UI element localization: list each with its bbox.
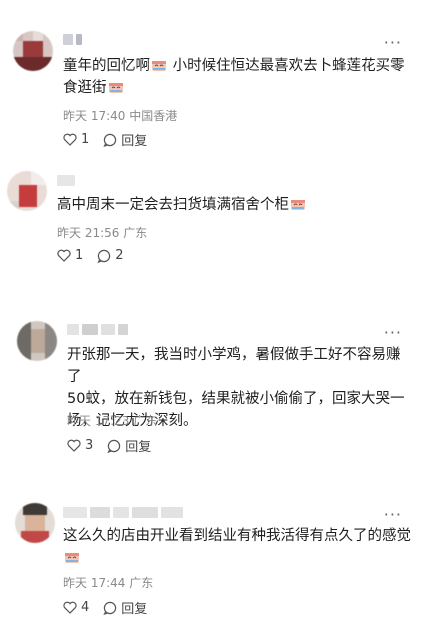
username-masked[interactable]	[63, 506, 183, 518]
comment-text: 童年的回忆啊 小时候住恒达最喜欢去卜蜂莲花买零 食逛街	[63, 55, 408, 99]
like-button[interactable]: 4	[63, 600, 89, 615]
speech-bubble-icon	[103, 133, 117, 147]
location: 中国香港	[129, 109, 178, 123]
comment-text-line: 50蚊，放在新钱包，结果就被小偷偷了，回家大哭一	[67, 391, 405, 407]
reply-button[interactable]: 回复	[103, 598, 147, 617]
username-masked[interactable]	[63, 33, 82, 45]
comment-meta: 昨天 17:23 广东	[67, 412, 157, 429]
like-count: 1	[75, 248, 84, 263]
comment-meta: 昨天 17:44 广东	[63, 574, 153, 591]
more-options-button[interactable]: ···	[384, 325, 402, 341]
laughing-crying-emoji-icon	[64, 549, 80, 563]
reply-label: 回复	[125, 440, 152, 455]
like-count: 3	[85, 438, 94, 453]
comment-text: 高中周末一定会去扫货填满宿舍个柜	[57, 194, 417, 216]
comment-text-line: 小时候住恒达最喜欢去卜蜂莲花买零	[168, 58, 405, 74]
laughing-crying-emoji-icon	[108, 79, 124, 93]
like-button[interactable]: 1	[57, 248, 83, 263]
timestamp: 昨天 21:56	[57, 226, 120, 240]
avatar[interactable]	[13, 31, 53, 71]
heart-icon	[57, 249, 71, 262]
timestamp: 昨天 17:40	[63, 109, 126, 123]
ellipsis-icon: ···	[383, 505, 402, 524]
reply-count: 2	[115, 248, 124, 263]
laughing-crying-emoji-icon	[290, 196, 306, 210]
username-masked[interactable]	[57, 174, 75, 186]
comment-text-line: 高中周末一定会去扫货填满宿舍个柜	[57, 197, 289, 213]
comment-text-line: 开张那一天，我当时小学鸡，暑假做手工好不容易赚了	[67, 347, 401, 385]
reply-button[interactable]: 2	[97, 248, 124, 263]
like-count: 4	[81, 600, 90, 615]
comment-text-line: 食逛街	[63, 80, 107, 96]
username-masked[interactable]	[67, 323, 128, 335]
avatar[interactable]	[7, 171, 47, 211]
reply-label: 回复	[121, 134, 148, 149]
comment-actions: 1 2	[57, 248, 138, 263]
ellipsis-icon: ···	[383, 323, 402, 342]
heart-icon	[67, 439, 81, 452]
location: 广东	[133, 414, 158, 428]
more-options-button[interactable]: ···	[384, 507, 402, 523]
reply-label: 回复	[121, 602, 148, 617]
comment-meta: 昨天 21:56 广东	[57, 224, 147, 241]
speech-bubble-icon	[107, 439, 121, 453]
comment-actions: 3 回复	[67, 436, 165, 455]
ellipsis-icon: ···	[383, 33, 402, 52]
reply-button[interactable]: 回复	[103, 130, 147, 149]
speech-bubble-icon	[97, 249, 111, 263]
timestamp: 昨天 17:23	[67, 414, 130, 428]
comment-actions: 1 回复	[63, 130, 161, 149]
reply-button[interactable]: 回复	[107, 436, 151, 455]
location: 广东	[123, 226, 148, 240]
heart-icon	[63, 601, 77, 614]
comment-meta: 昨天 17:40 中国香港	[63, 107, 177, 124]
more-options-button[interactable]: ···	[384, 35, 402, 51]
laughing-crying-emoji-icon	[151, 57, 167, 71]
like-count: 1	[81, 132, 90, 147]
comment-text: 这么久的店由开业看到结业有种我活得有点久了的感觉	[63, 525, 413, 569]
comment-text-line: 这么久的店由开业看到结业有种我活得有点久了的感觉	[63, 528, 411, 544]
like-button[interactable]: 3	[67, 438, 93, 453]
like-button[interactable]: 1	[63, 132, 89, 147]
speech-bubble-icon	[103, 601, 117, 615]
location: 广东	[129, 576, 154, 590]
heart-icon	[63, 133, 77, 146]
avatar[interactable]	[15, 503, 55, 543]
timestamp: 昨天 17:44	[63, 576, 126, 590]
comment-text-line: 童年的回忆啊	[63, 58, 150, 74]
avatar[interactable]	[17, 321, 57, 361]
comment-actions: 4 回复	[63, 598, 161, 617]
